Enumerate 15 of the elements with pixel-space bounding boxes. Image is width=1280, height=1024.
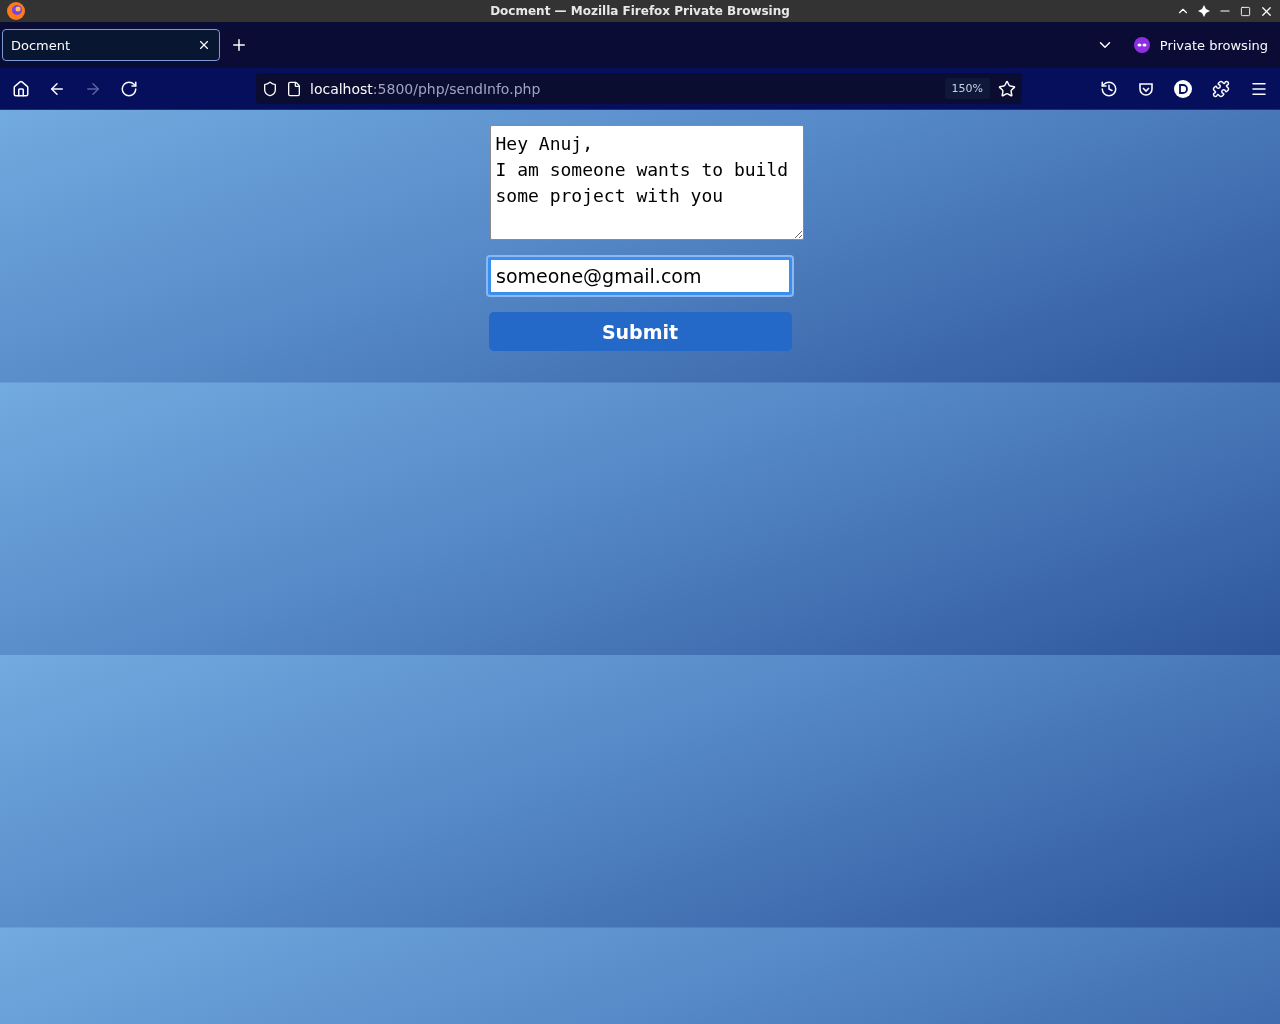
email-field[interactable]: someone@gmail.com [488, 257, 792, 295]
zoom-level-button[interactable]: 150% [944, 78, 990, 99]
browser-tab[interactable]: Docment [2, 29, 220, 61]
private-mask-icon [1133, 37, 1150, 53]
bookmark-star-icon[interactable] [998, 79, 1016, 98]
window-title: Docment — Mozilla Firefox Private Browsing [490, 4, 790, 18]
submit-button[interactable]: Submit [488, 312, 792, 351]
page-icon[interactable] [286, 80, 302, 97]
private-browsing-label: Private browsing [1159, 37, 1268, 53]
tab-title: Docment [11, 37, 71, 53]
url-text[interactable]: localhost:5800/php/sendInfo.php [310, 80, 541, 97]
close-tab-icon[interactable] [197, 38, 211, 52]
shield-icon[interactable] [262, 80, 278, 97]
message-textarea[interactable]: Hey Anuj, I am someone wants to build some project with you [489, 125, 804, 240]
maximize-icon[interactable] [1240, 5, 1251, 17]
